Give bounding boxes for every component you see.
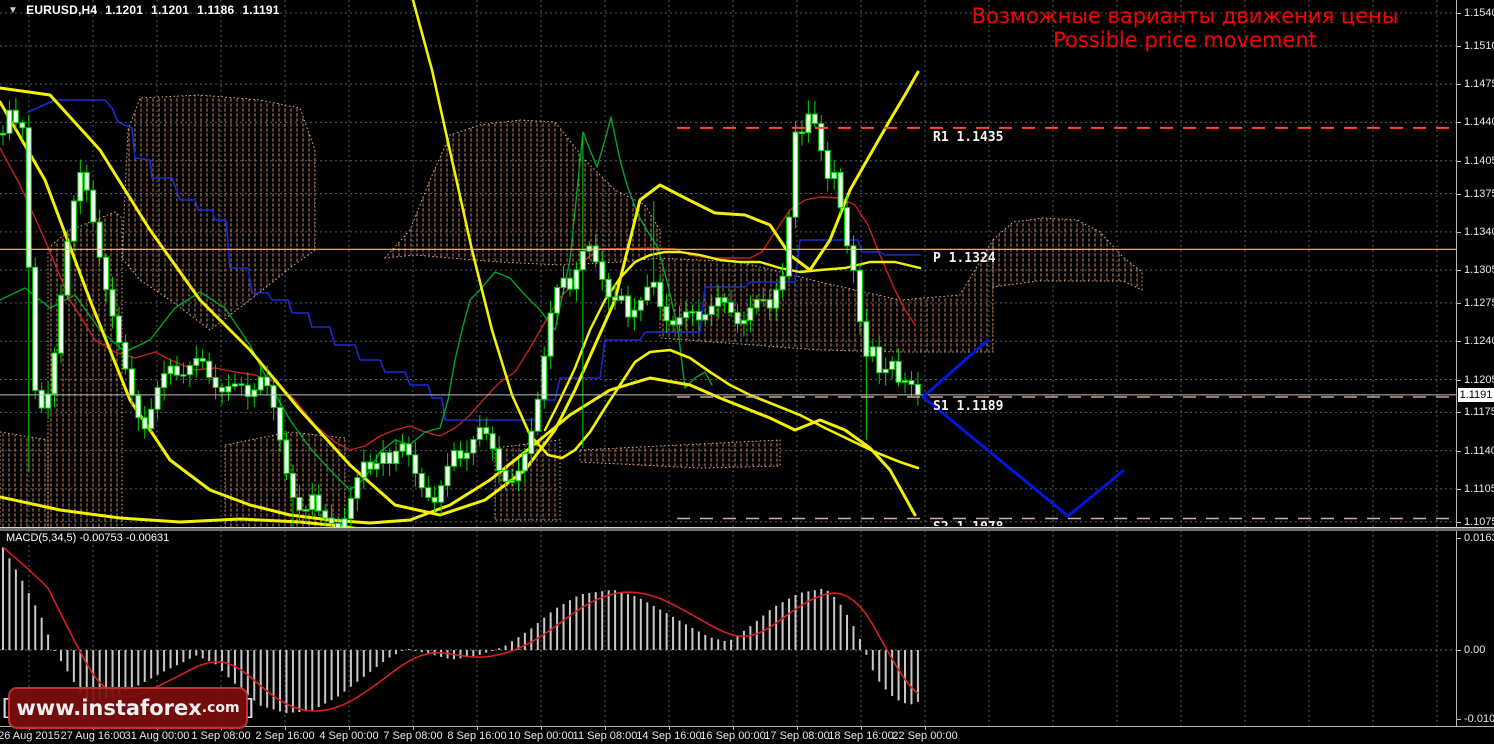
price-tick-label: 1.1375 bbox=[1464, 187, 1494, 200]
price-tick-label: 1.1405 bbox=[1464, 154, 1494, 167]
axis-tick bbox=[1457, 412, 1461, 414]
axis-tick bbox=[1457, 718, 1461, 720]
watermark-bracket-right: ] bbox=[245, 695, 255, 721]
annotation-text: Возможные варианты движения цены Possibl… bbox=[830, 4, 1494, 52]
axis-tick bbox=[1457, 650, 1461, 651]
time-tick-label: 4 Sep 00:00 bbox=[319, 730, 379, 742]
price-chart-canvas[interactable] bbox=[0, 0, 1456, 527]
watermark-bracket-left: [ bbox=[1, 695, 11, 721]
axis-tick bbox=[1457, 521, 1461, 523]
price-tick-label: 1.1175 bbox=[1464, 406, 1494, 419]
time-tick-label: 18 Sep 16:00 bbox=[828, 730, 894, 742]
axis-tick bbox=[1457, 84, 1461, 86]
ohlc-low: 1.1186 bbox=[197, 3, 235, 17]
axis-tick bbox=[1457, 270, 1461, 272]
time-tick-label: 14 Sep 16:00 bbox=[636, 730, 702, 742]
time-tick-label: 8 Sep 16:00 bbox=[447, 730, 507, 742]
macd-tick-label: -0.01005 bbox=[1464, 712, 1494, 725]
time-tick bbox=[541, 727, 542, 730]
price-tick-label: 1.1305 bbox=[1464, 264, 1494, 277]
price-tick-label: 1.1105 bbox=[1464, 482, 1494, 495]
panel-separator[interactable] bbox=[0, 527, 1494, 531]
current-price-tag: 1.1191 bbox=[1458, 387, 1494, 402]
axis-tick bbox=[1457, 122, 1461, 124]
time-tick bbox=[669, 727, 670, 730]
symbol-header: ▼ EURUSD,H4 1.1201 1.1201 1.1186 1.1191 bbox=[8, 3, 280, 17]
price-tick-label: 1.1140 bbox=[1464, 444, 1494, 457]
time-tick bbox=[413, 727, 414, 730]
time-tick-label: 17 Sep 08:00 bbox=[764, 730, 830, 742]
ohlc-close: 1.1191 bbox=[242, 3, 280, 17]
time-tick bbox=[925, 727, 926, 730]
time-tick-label: 16 Sep 00:00 bbox=[700, 730, 766, 742]
axis-tick bbox=[1457, 160, 1461, 162]
watermark-domain: .com bbox=[201, 700, 240, 716]
price-tick-label: 1.1475 bbox=[1464, 78, 1494, 91]
axis-tick bbox=[1457, 488, 1461, 490]
mt4-chart-window: ▼ EURUSD,H4 1.1201 1.1201 1.1186 1.1191 … bbox=[0, 0, 1494, 744]
price-tick-label: 1.1340 bbox=[1464, 225, 1494, 238]
level-label-r1[interactable]: R1 1.1435 bbox=[933, 130, 1003, 145]
axis-tick bbox=[1457, 193, 1461, 195]
time-tick-label: 26 Aug 2015 bbox=[0, 730, 60, 742]
time-tick-label: 31 Aug 00:00 bbox=[124, 730, 190, 742]
time-tick-label: 1 Sep 08:00 bbox=[191, 730, 251, 742]
annotation-line-ru: Возможные варианты движения цены bbox=[971, 4, 1399, 28]
time-tick-label: 27 Aug 16:00 bbox=[60, 730, 126, 742]
annotation-line-en: Possible price movement bbox=[1053, 28, 1317, 52]
time-tick-label: 11 Sep 08:00 bbox=[572, 730, 638, 742]
macd-indicator-label: MACD(5,34,5) -0.00753 -0.00631 bbox=[6, 532, 170, 544]
time-tick bbox=[861, 727, 862, 730]
macd-tick-label: 0.00 bbox=[1464, 644, 1486, 656]
symbol-name: EURUSD,H4 bbox=[26, 3, 98, 17]
watermark-site: www.instaforex bbox=[16, 696, 202, 720]
time-tick bbox=[733, 727, 734, 730]
time-tick-label: 10 Sep 00:00 bbox=[508, 730, 574, 742]
axis-tick bbox=[1457, 302, 1461, 304]
time-tick bbox=[605, 727, 606, 730]
price-axis[interactable]: 1.15401.15101.14751.14401.14051.13751.13… bbox=[1456, 0, 1494, 726]
price-tick-label: 1.1440 bbox=[1464, 116, 1494, 129]
ohlc-high: 1.1201 bbox=[151, 3, 190, 17]
axis-tick bbox=[1457, 538, 1461, 539]
price-layers bbox=[0, 0, 1456, 527]
forecast-lines bbox=[921, 338, 1125, 518]
time-tick bbox=[285, 727, 286, 730]
symbol-dropdown-icon[interactable]: ▼ bbox=[8, 5, 18, 16]
level-label-s1[interactable]: S1 1.1189 bbox=[933, 399, 1003, 414]
ohlc-open: 1.1201 bbox=[105, 3, 144, 17]
time-tick bbox=[477, 727, 478, 730]
time-tick bbox=[349, 727, 350, 730]
time-tick-label: 22 Sep 00:00 bbox=[892, 730, 958, 742]
price-tick-label: 1.1075 bbox=[1464, 515, 1494, 528]
time-tick-label: 7 Sep 08:00 bbox=[383, 730, 443, 742]
time-tick-label: 2 Sep 16:00 bbox=[255, 730, 315, 742]
price-chart-panel[interactable] bbox=[0, 0, 1456, 527]
axis-tick bbox=[1457, 341, 1461, 343]
axis-tick bbox=[1457, 231, 1461, 233]
instaforex-watermark: [ www.instaforex .com ] bbox=[2, 687, 254, 729]
macd-tick-label: 0.01633 bbox=[1464, 532, 1494, 544]
level-label-p[interactable]: P 1.1324 bbox=[933, 251, 996, 266]
price-tick-label: 1.1275 bbox=[1464, 296, 1494, 309]
time-tick bbox=[797, 727, 798, 730]
price-tick-label: 1.1240 bbox=[1464, 335, 1494, 348]
axis-tick bbox=[1457, 450, 1461, 452]
axis-tick bbox=[1457, 379, 1461, 381]
price-tick-label: 1.1205 bbox=[1464, 373, 1494, 386]
